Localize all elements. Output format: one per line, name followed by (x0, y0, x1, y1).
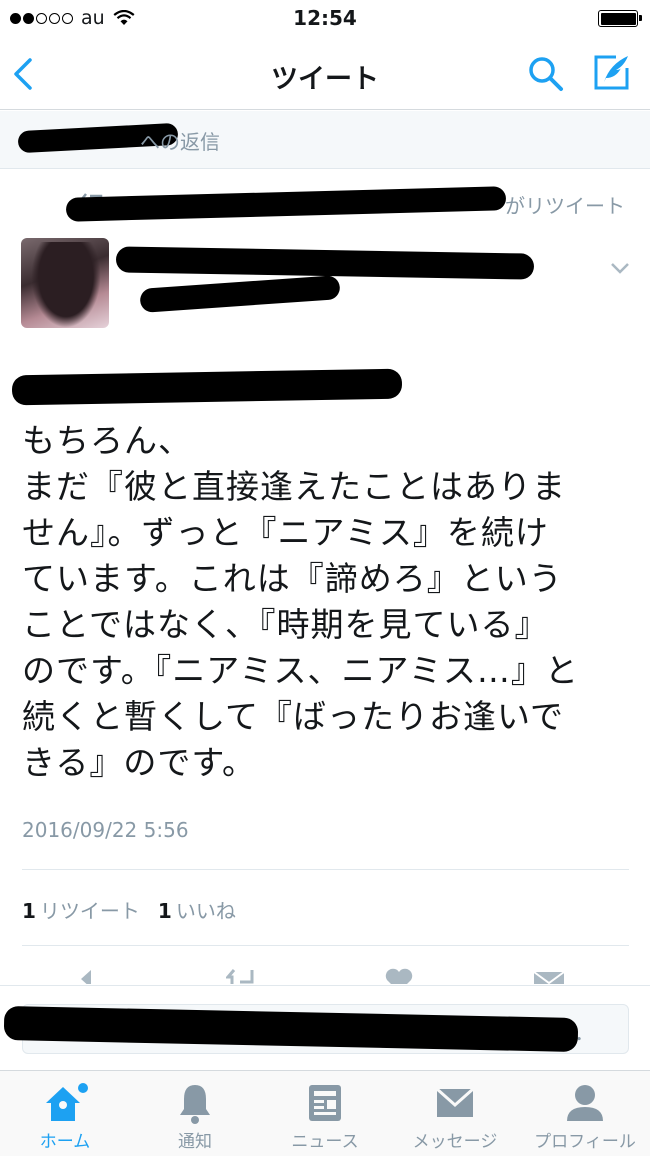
tweet-text-line: せん』。ずっと『ニアミス』を続け (22, 513, 549, 552)
envelope-icon (436, 1087, 474, 1117)
avatar[interactable] (21, 238, 109, 328)
tweet-text-line: ことではなく、『時期を見ている』 (22, 605, 549, 644)
tweet-text: もちろん、 まだ『彼と直接逢えたことはありま せん』。ずっと『ニアミス』を続け … (22, 418, 628, 786)
divider (22, 869, 629, 870)
tweet-actions (0, 962, 650, 984)
tab-label: ニュース (291, 1132, 359, 1152)
reply-icon[interactable] (78, 968, 108, 984)
tweet-text-line: 続くと暫くして『ばったりお逢いで (22, 697, 565, 736)
tab-home[interactable]: ホーム (0, 1081, 130, 1152)
status-bar: au 12:54 (0, 0, 650, 38)
retweet-count-label: リツイート (39, 899, 140, 923)
person-icon (567, 1085, 603, 1121)
tweet-text-line: ています。これは『諦めろ』という (22, 559, 563, 598)
tab-label: 通知 (178, 1132, 212, 1152)
tab-messages[interactable]: メッセージ (390, 1081, 520, 1152)
tab-profile[interactable]: プロフィール (520, 1081, 650, 1152)
news-icon (309, 1085, 341, 1121)
reply-context-bar[interactable]: への返信 (0, 111, 650, 169)
retweeted-by-text: がリツイート (505, 194, 625, 218)
like-count-link[interactable]: 1 いいね (158, 895, 236, 924)
like-icon[interactable] (384, 968, 414, 984)
navigation-bar: ツイート (0, 38, 650, 110)
like-count-label: いいね (175, 899, 236, 923)
tweet-text-line: のです。『ニアミス、ニアミス…』と (22, 651, 579, 690)
tab-news[interactable]: ニュース (260, 1081, 390, 1152)
tweet-stats: 1 リツイート 1 いいね (22, 895, 236, 924)
like-count: 1 (157, 899, 172, 923)
home-icon (46, 1083, 88, 1121)
retweet-count: 1 (22, 899, 36, 923)
reply-context-text: への返信 (140, 130, 220, 154)
clock: 12:54 (293, 6, 357, 30)
bell-icon (180, 1085, 210, 1124)
compose-tweet-icon[interactable] (590, 52, 632, 94)
tweet-timestamp: 2016/09/22 5:56 (22, 818, 189, 842)
tweet-text-line: まだ『彼と直接逢えたことはありま (22, 467, 566, 506)
battery-icon (598, 10, 642, 27)
divider (22, 945, 629, 946)
redacted-author-name (115, 246, 535, 280)
retweet-action-icon[interactable] (226, 968, 260, 984)
tab-label: メッセージ (412, 1132, 498, 1152)
tab-notifications[interactable]: 通知 (130, 1081, 260, 1152)
chevron-down-icon[interactable] (608, 258, 632, 278)
tab-label: プロフィール (534, 1132, 636, 1152)
direct-message-icon[interactable] (532, 968, 566, 984)
tab-bar: ホーム 通知 ニュース メッセージ プロフィール (0, 1070, 650, 1156)
tab-label: ホーム (39, 1132, 91, 1152)
retweet-count-link[interactable]: 1 リツイート (22, 895, 140, 924)
redacted-mention (11, 368, 403, 406)
tweet-text-line: きる』のです。 (22, 743, 257, 782)
tweet-text-line: もちろん、 (22, 421, 192, 460)
search-icon[interactable] (526, 54, 566, 94)
redacted-author-handle (139, 275, 341, 313)
